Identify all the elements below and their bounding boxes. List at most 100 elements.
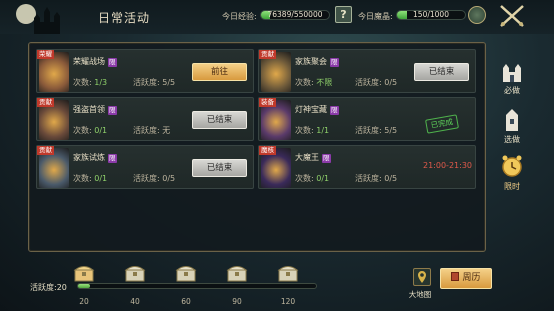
crystal-label: 今日魔晶:: [358, 12, 393, 21]
world-map-label: 大地图: [408, 290, 432, 299]
activity-name: 灯神宝藏限: [295, 104, 339, 115]
castle-icon: [503, 64, 521, 82]
crystal-value: 150/1000: [413, 10, 449, 19]
milestone-value: 120: [280, 297, 296, 306]
attempts: 次数: 0/1: [295, 173, 329, 184]
limited-badge: 限: [330, 106, 339, 115]
top-bar: 日常活动 今日经验: 76389/550000 ? 今日魔晶: 150/1000: [0, 0, 554, 34]
activity-points: 活跃度: 0/5: [355, 173, 397, 184]
alarm-clock-icon: [502, 155, 522, 177]
activity-points-label: 活跃度:: [355, 126, 382, 135]
ended-button[interactable]: 已结束: [192, 159, 247, 177]
activity-points-value: 0/5: [384, 174, 398, 183]
go-button[interactable]: 前往: [192, 63, 247, 81]
attempts-label: 次数:: [295, 78, 314, 87]
reward-chest-icon[interactable]: [73, 263, 95, 283]
world-map-button[interactable]: 大地图: [409, 268, 435, 310]
attempts-value: 0/1: [94, 126, 108, 135]
attempts: 次数: 0/1: [73, 173, 107, 184]
activity-card[interactable]: 贡献 强盗首领限 次数: 0/1 活跃度: 无 已结束: [36, 97, 254, 141]
milestone-value: 90: [232, 297, 242, 306]
activity-name: 荣耀战场限: [73, 56, 117, 67]
time-slot: 21:00-21:30: [423, 161, 472, 170]
category-tag: 装备: [259, 98, 276, 107]
activity-progress-track: [77, 283, 317, 289]
activity-card[interactable]: 装备 灯神宝藏限 次数: 1/1 活跃度: 5/5 已完成: [258, 97, 476, 141]
tab-required[interactable]: 必做: [497, 58, 527, 96]
attempts-label: 次数:: [295, 174, 314, 183]
milestone-value: 40: [130, 297, 140, 306]
activity-card[interactable]: 荣耀 荣耀战场限 次数: 1/3 活跃度: 5/5 前往: [36, 49, 254, 93]
activity-points-label: 活跃度:: [133, 126, 160, 135]
map-pin-icon: [413, 268, 431, 286]
category-tag: 魔核: [259, 146, 276, 155]
reward-chest-icon[interactable]: [175, 263, 197, 283]
activity-points-label: 活跃度:: [355, 174, 382, 183]
weekly-calendar-label: 周历: [462, 273, 481, 283]
attempts: 次数: 0/1: [73, 125, 107, 136]
limited-badge: 限: [322, 154, 331, 163]
feather-icon[interactable]: [468, 6, 486, 24]
attempts: 次数: 1/3: [73, 77, 107, 88]
activity-points: 活跃度: 0/5: [355, 77, 397, 88]
reward-chest-icon[interactable]: [226, 263, 248, 283]
reward-chest-icon[interactable]: [277, 263, 299, 283]
activity-points-value: 5/5: [384, 126, 398, 135]
activity-name-text: 灯神宝藏: [295, 105, 327, 114]
help-button[interactable]: ?: [335, 6, 352, 23]
milestone-value: 20: [79, 297, 89, 306]
category-tag: 贡献: [37, 98, 54, 107]
reward-chest-icon[interactable]: [124, 263, 146, 283]
activity-card[interactable]: 魔核 大魔王限 次数: 0/1 活跃度: 0/5 21:00-21:30: [258, 145, 476, 189]
limited-badge: 限: [330, 58, 339, 67]
activity-name-text: 荣耀战场: [73, 57, 105, 66]
activity-name: 强盗首领限: [73, 104, 117, 115]
activity-points-value: 无: [162, 126, 171, 135]
calendar-icon: [451, 272, 460, 281]
ended-button[interactable]: 已结束: [192, 111, 247, 129]
activity-name: 家族聚会限: [295, 56, 339, 67]
activity-name: 大魔王限: [295, 152, 331, 163]
attempts-value: 不限: [316, 78, 333, 87]
activity-points: 活跃度: 5/5: [133, 77, 175, 88]
activity-points-value: 0/5: [162, 174, 176, 183]
ended-button[interactable]: 已结束: [414, 63, 469, 81]
activity-points-label: 活跃度:: [133, 78, 160, 87]
completed-stamp: 已完成: [425, 114, 459, 134]
attempts-value: 1/3: [94, 78, 108, 87]
exp-label: 今日经验:: [222, 12, 257, 21]
attempts-label: 次数:: [73, 78, 92, 87]
tower-icon: [506, 109, 518, 131]
attempts-value: 0/1: [94, 174, 108, 183]
tab-optional[interactable]: 选做: [497, 107, 527, 145]
activity-points: 活跃度: 0/5: [133, 173, 175, 184]
exp-value: 76389/550000: [267, 10, 323, 19]
attempts-value: 0/1: [316, 174, 330, 183]
activity-card[interactable]: 贡献 家族试炼限 次数: 0/1 活跃度: 0/5 已结束: [36, 145, 254, 189]
activity-name: 家族试炼限: [73, 152, 117, 163]
tab-optional-label: 选做: [504, 135, 520, 144]
weekly-calendar-button[interactable]: 周历: [440, 268, 492, 289]
tab-required-label: 必做: [504, 86, 520, 95]
crystal-bar: 150/1000: [396, 10, 466, 20]
tab-limited-time[interactable]: 限时: [497, 154, 527, 192]
category-tag: 荣耀: [37, 50, 54, 59]
page-title: 日常活动: [98, 11, 151, 25]
limited-badge: 限: [108, 106, 117, 115]
close-swords-icon[interactable]: [498, 3, 526, 29]
activity-name-text: 家族聚会: [295, 57, 327, 66]
activity-points-value: 0/5: [384, 78, 398, 87]
activity-name-text: 强盗首领: [73, 105, 105, 114]
activity-name-text: 家族试炼: [73, 153, 105, 162]
activity-points-value: 5/5: [162, 78, 176, 87]
activity-card[interactable]: 贡献 家族聚会限 次数: 不限 活跃度: 0/5 已结束: [258, 49, 476, 93]
activity-progress-fill: [78, 284, 90, 288]
attempts: 次数: 1/1: [295, 125, 329, 136]
castle-moon-logo-icon: [16, 4, 60, 34]
activity-points: 活跃度: 无: [133, 125, 170, 136]
limited-badge: 限: [108, 154, 117, 163]
activity-points-label: 活跃度:: [355, 78, 382, 87]
activity-points-label: 活跃度:20: [30, 283, 67, 292]
category-tag: 贡献: [37, 146, 54, 155]
attempts: 次数: 不限: [295, 77, 332, 88]
